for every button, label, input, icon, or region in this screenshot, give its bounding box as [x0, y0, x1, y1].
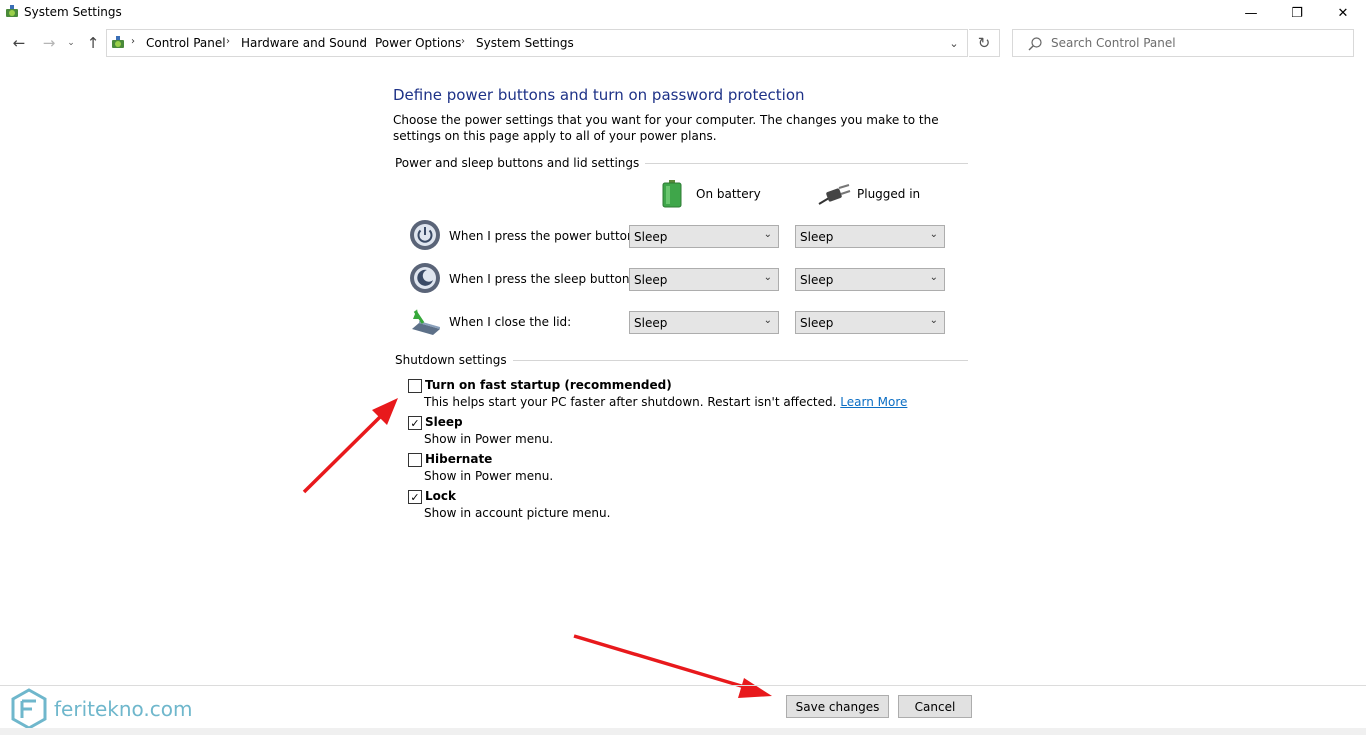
fast-startup-description: This helps start your PC faster after sh…: [424, 395, 907, 409]
power-plug-icon: [818, 184, 851, 205]
navigation-bar: ← → ⌄ ↑ › Control Panel › Hardware and S…: [0, 28, 1366, 60]
chevron-down-icon: ⌄: [763, 272, 772, 283]
chevron-down-icon: ⌄: [929, 315, 938, 326]
watermark: feritekno.com: [10, 687, 193, 731]
select-value: Sleep: [634, 316, 668, 330]
shutdown-settings-header: Shutdown settings: [395, 353, 513, 367]
chevron-down-icon: ⌄: [929, 229, 938, 240]
sleep-option-label[interactable]: Sleep: [425, 415, 463, 429]
fast-startup-checkbox[interactable]: [408, 379, 422, 393]
select-value: Sleep: [634, 273, 668, 287]
refresh-button[interactable]: ↻: [969, 29, 1000, 57]
sleep-button-label: When I press the sleep button:: [449, 272, 634, 286]
fast-startup-description-text: This helps start your PC faster after sh…: [424, 395, 837, 409]
breadcrumb-separator: ›: [226, 36, 230, 47]
sleep-option-description: Show in Power menu.: [424, 432, 554, 446]
control-panel-icon: [112, 36, 124, 48]
minimize-button[interactable]: —: [1228, 0, 1274, 26]
plugged-in-header: Plugged in: [857, 187, 921, 201]
breadcrumb-system-settings[interactable]: System Settings: [476, 36, 574, 50]
fast-startup-label[interactable]: Turn on fast startup (recommended): [425, 378, 672, 392]
hibernate-checkbox[interactable]: [408, 453, 422, 467]
battery-icon: [662, 180, 682, 208]
maximize-button[interactable]: ❐: [1274, 0, 1320, 26]
laptop-lid-icon: [412, 309, 440, 335]
forward-button[interactable]: →: [38, 32, 60, 54]
power-buttons-group-header: Power and sleep buttons and lid settings: [395, 156, 646, 170]
power-button-on-battery-select[interactable]: Sleep ⌄: [629, 225, 779, 248]
breadcrumb-control-panel[interactable]: Control Panel: [146, 36, 226, 50]
breadcrumb-separator: ›: [131, 36, 135, 47]
lock-option-description: Show in account picture menu.: [424, 506, 611, 520]
select-value: Sleep: [800, 230, 834, 244]
breadcrumb-separator: ›: [360, 36, 364, 47]
select-value: Sleep: [634, 230, 668, 244]
save-changes-button[interactable]: Save changes: [786, 695, 889, 718]
breadcrumb-power-options[interactable]: Power Options: [375, 36, 461, 50]
close-lid-plugged-in-select[interactable]: Sleep ⌄: [795, 311, 945, 334]
chevron-down-icon: ⌄: [763, 315, 772, 326]
back-button[interactable]: ←: [8, 32, 30, 54]
main-content: Define power buttons and turn on passwor…: [0, 60, 1366, 684]
page-description: Choose the power settings that you want …: [393, 113, 939, 143]
window-title: System Settings: [24, 5, 122, 19]
cancel-button[interactable]: Cancel: [898, 695, 972, 718]
breadcrumb-separator: ›: [461, 36, 465, 47]
watermark-text: feritekno.com: [54, 697, 193, 721]
select-value: Sleep: [800, 316, 834, 330]
recent-locations-button[interactable]: ⌄: [64, 32, 78, 54]
sleep-button-plugged-in-select[interactable]: Sleep ⌄: [795, 268, 945, 291]
watermark-logo-icon: [11, 688, 47, 730]
learn-more-link[interactable]: Learn More: [840, 395, 907, 409]
hibernate-option-label[interactable]: Hibernate: [425, 452, 492, 466]
on-battery-header: On battery: [696, 187, 761, 201]
lock-option-label[interactable]: Lock: [425, 489, 456, 503]
chevron-down-icon: ⌄: [763, 229, 772, 240]
close-button[interactable]: ✕: [1320, 0, 1366, 26]
power-button-icon: [410, 220, 440, 250]
up-button[interactable]: ↑: [82, 32, 104, 54]
footer-divider: [0, 685, 1366, 686]
page-title: Define power buttons and turn on passwor…: [393, 86, 805, 104]
power-button-plugged-in-select[interactable]: Sleep ⌄: [795, 225, 945, 248]
search-input[interactable]: [1051, 33, 1341, 53]
sleep-button-on-battery-select[interactable]: Sleep ⌄: [629, 268, 779, 291]
address-bar[interactable]: › Control Panel › Hardware and Sound › P…: [106, 29, 968, 57]
title-bar: System Settings — ❐ ✕: [0, 0, 1366, 26]
address-dropdown-button[interactable]: ⌄: [945, 34, 963, 52]
hibernate-option-description: Show in Power menu.: [424, 469, 554, 483]
sleep-button-icon: [410, 263, 440, 293]
select-value: Sleep: [800, 273, 834, 287]
power-button-label: When I press the power button:: [449, 229, 639, 243]
taskbar-edge: [0, 728, 1366, 735]
close-lid-on-battery-select[interactable]: Sleep ⌄: [629, 311, 779, 334]
sleep-checkbox[interactable]: ✓: [408, 416, 422, 430]
search-icon: [1028, 37, 1042, 51]
lock-checkbox[interactable]: ✓: [408, 490, 422, 504]
close-lid-label: When I close the lid:: [449, 315, 572, 329]
search-box[interactable]: [1012, 29, 1354, 57]
chevron-down-icon: ⌄: [929, 272, 938, 283]
control-panel-icon: [6, 5, 18, 17]
breadcrumb-hardware-and-sound[interactable]: Hardware and Sound: [241, 36, 367, 50]
